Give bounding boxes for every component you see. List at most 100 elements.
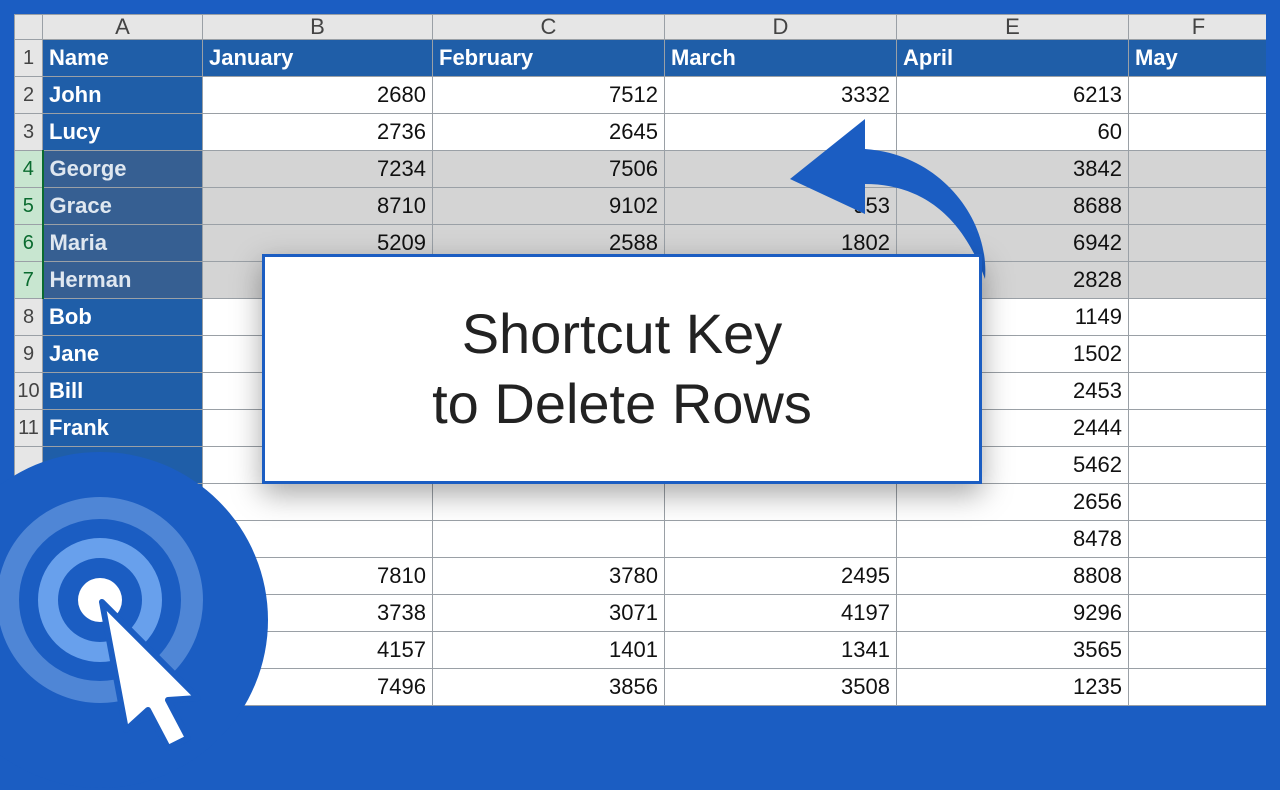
row-header[interactable] — [15, 595, 43, 632]
header-month[interactable]: April — [897, 40, 1129, 77]
row-header[interactable] — [15, 632, 43, 669]
table-row[interactable]: 2656 — [15, 484, 1267, 521]
row-header[interactable]: 4 — [15, 151, 43, 188]
data-cell[interactable] — [665, 114, 897, 151]
name-cell[interactable]: John — [43, 77, 203, 114]
name-cell[interactable]: Grace — [43, 188, 203, 225]
data-cell[interactable]: 1235 — [897, 669, 1129, 706]
row-header[interactable] — [15, 521, 43, 558]
data-cell[interactable]: 4157 — [203, 632, 433, 669]
data-cell[interactable]: 2645 — [433, 114, 665, 151]
data-cell[interactable]: 8710 — [203, 188, 433, 225]
row-header[interactable] — [15, 484, 43, 521]
data-cell[interactable]: 60 — [897, 114, 1129, 151]
header-month[interactable]: May — [1129, 40, 1267, 77]
name-cell[interactable] — [43, 632, 203, 669]
table-row[interactable]: 7810378024958808 — [15, 558, 1267, 595]
data-cell[interactable]: 8478 — [897, 521, 1129, 558]
name-cell[interactable] — [43, 484, 203, 521]
data-cell[interactable]: 7506 — [433, 151, 665, 188]
data-cell[interactable] — [1129, 225, 1267, 262]
name-cell[interactable] — [43, 521, 203, 558]
row-header[interactable]: 2 — [15, 77, 43, 114]
name-cell[interactable] — [43, 595, 203, 632]
column-header[interactable]: B — [203, 15, 433, 40]
select-all-corner[interactable] — [15, 15, 43, 40]
row-header[interactable]: 6 — [15, 225, 43, 262]
row-header[interactable]: 11 — [15, 410, 43, 447]
data-cell[interactable] — [1129, 632, 1267, 669]
row-header[interactable] — [15, 447, 43, 484]
data-cell[interactable]: 2736 — [203, 114, 433, 151]
data-cell[interactable]: 2495 — [665, 558, 897, 595]
data-cell[interactable] — [1129, 299, 1267, 336]
row-header[interactable]: 9 — [15, 336, 43, 373]
data-cell[interactable] — [1129, 77, 1267, 114]
data-cell[interactable]: 8688 — [897, 188, 1129, 225]
row-header[interactable] — [15, 558, 43, 595]
data-cell[interactable] — [665, 521, 897, 558]
data-cell[interactable]: 3738 — [203, 595, 433, 632]
column-header[interactable]: C — [433, 15, 665, 40]
data-cell[interactable]: 3856 — [433, 669, 665, 706]
data-cell[interactable] — [1129, 484, 1267, 521]
data-cell[interactable]: 3071 — [433, 595, 665, 632]
row-header[interactable]: 3 — [15, 114, 43, 151]
data-cell[interactable] — [433, 521, 665, 558]
data-cell[interactable] — [1129, 262, 1267, 299]
column-header[interactable]: D — [665, 15, 897, 40]
data-cell[interactable] — [1129, 595, 1267, 632]
data-cell[interactable]: 7810 — [203, 558, 433, 595]
row-header[interactable]: 5 — [15, 188, 43, 225]
data-cell[interactable] — [1129, 669, 1267, 706]
column-header[interactable]: E — [897, 15, 1129, 40]
data-cell[interactable]: 7234 — [203, 151, 433, 188]
data-cell[interactable]: 4197 — [665, 595, 897, 632]
data-cell[interactable]: 3780 — [433, 558, 665, 595]
data-cell[interactable]: 1401 — [433, 632, 665, 669]
data-cell[interactable] — [1129, 151, 1267, 188]
table-row[interactable]: 3738307141979296 — [15, 595, 1267, 632]
row-header[interactable]: 7 — [15, 262, 43, 299]
row-header[interactable] — [15, 669, 43, 706]
data-cell[interactable]: 8808 — [897, 558, 1129, 595]
data-cell[interactable] — [1129, 558, 1267, 595]
column-header[interactable]: F — [1129, 15, 1267, 40]
table-row[interactable]: 2John2680751233326213 — [15, 77, 1267, 114]
name-cell[interactable]: Herman — [43, 262, 203, 299]
header-name[interactable]: Name — [43, 40, 203, 77]
row-header[interactable]: 10 — [15, 373, 43, 410]
data-cell[interactable]: 3842 — [897, 151, 1129, 188]
data-cell[interactable]: 7496 — [203, 669, 433, 706]
data-cell[interactable]: 953 — [665, 188, 897, 225]
name-cell[interactable] — [43, 669, 203, 706]
data-cell[interactable] — [1129, 373, 1267, 410]
data-cell[interactable] — [1129, 336, 1267, 373]
name-cell[interactable] — [43, 558, 203, 595]
table-row[interactable]: 8478 — [15, 521, 1267, 558]
name-cell[interactable]: Bill — [43, 373, 203, 410]
table-row[interactable]: 4George72347506 3842 — [15, 151, 1267, 188]
row-header[interactable]: 1 — [15, 40, 43, 77]
data-cell[interactable] — [1129, 447, 1267, 484]
data-cell[interactable] — [433, 484, 665, 521]
name-cell[interactable]: George — [43, 151, 203, 188]
header-month[interactable]: February — [433, 40, 665, 77]
table-row[interactable]: 3Lucy2736264560 — [15, 114, 1267, 151]
data-cell[interactable]: 1341 — [665, 632, 897, 669]
data-cell[interactable]: 6213 — [897, 77, 1129, 114]
data-cell[interactable]: 9296 — [897, 595, 1129, 632]
data-cell[interactable]: 9102 — [433, 188, 665, 225]
header-month[interactable]: March — [665, 40, 897, 77]
header-month[interactable]: January — [203, 40, 433, 77]
data-cell[interactable] — [1129, 521, 1267, 558]
data-cell[interactable]: 3508 — [665, 669, 897, 706]
data-cell[interactable] — [1129, 188, 1267, 225]
name-cell[interactable]: Jane — [43, 336, 203, 373]
table-row[interactable]: 5Grace871091029538688 — [15, 188, 1267, 225]
data-cell[interactable]: 3332 — [665, 77, 897, 114]
data-cell[interactable]: 2680 — [203, 77, 433, 114]
table-row[interactable]: 7496385635081235 — [15, 669, 1267, 706]
data-cell[interactable] — [203, 484, 433, 521]
name-cell[interactable] — [43, 447, 203, 484]
